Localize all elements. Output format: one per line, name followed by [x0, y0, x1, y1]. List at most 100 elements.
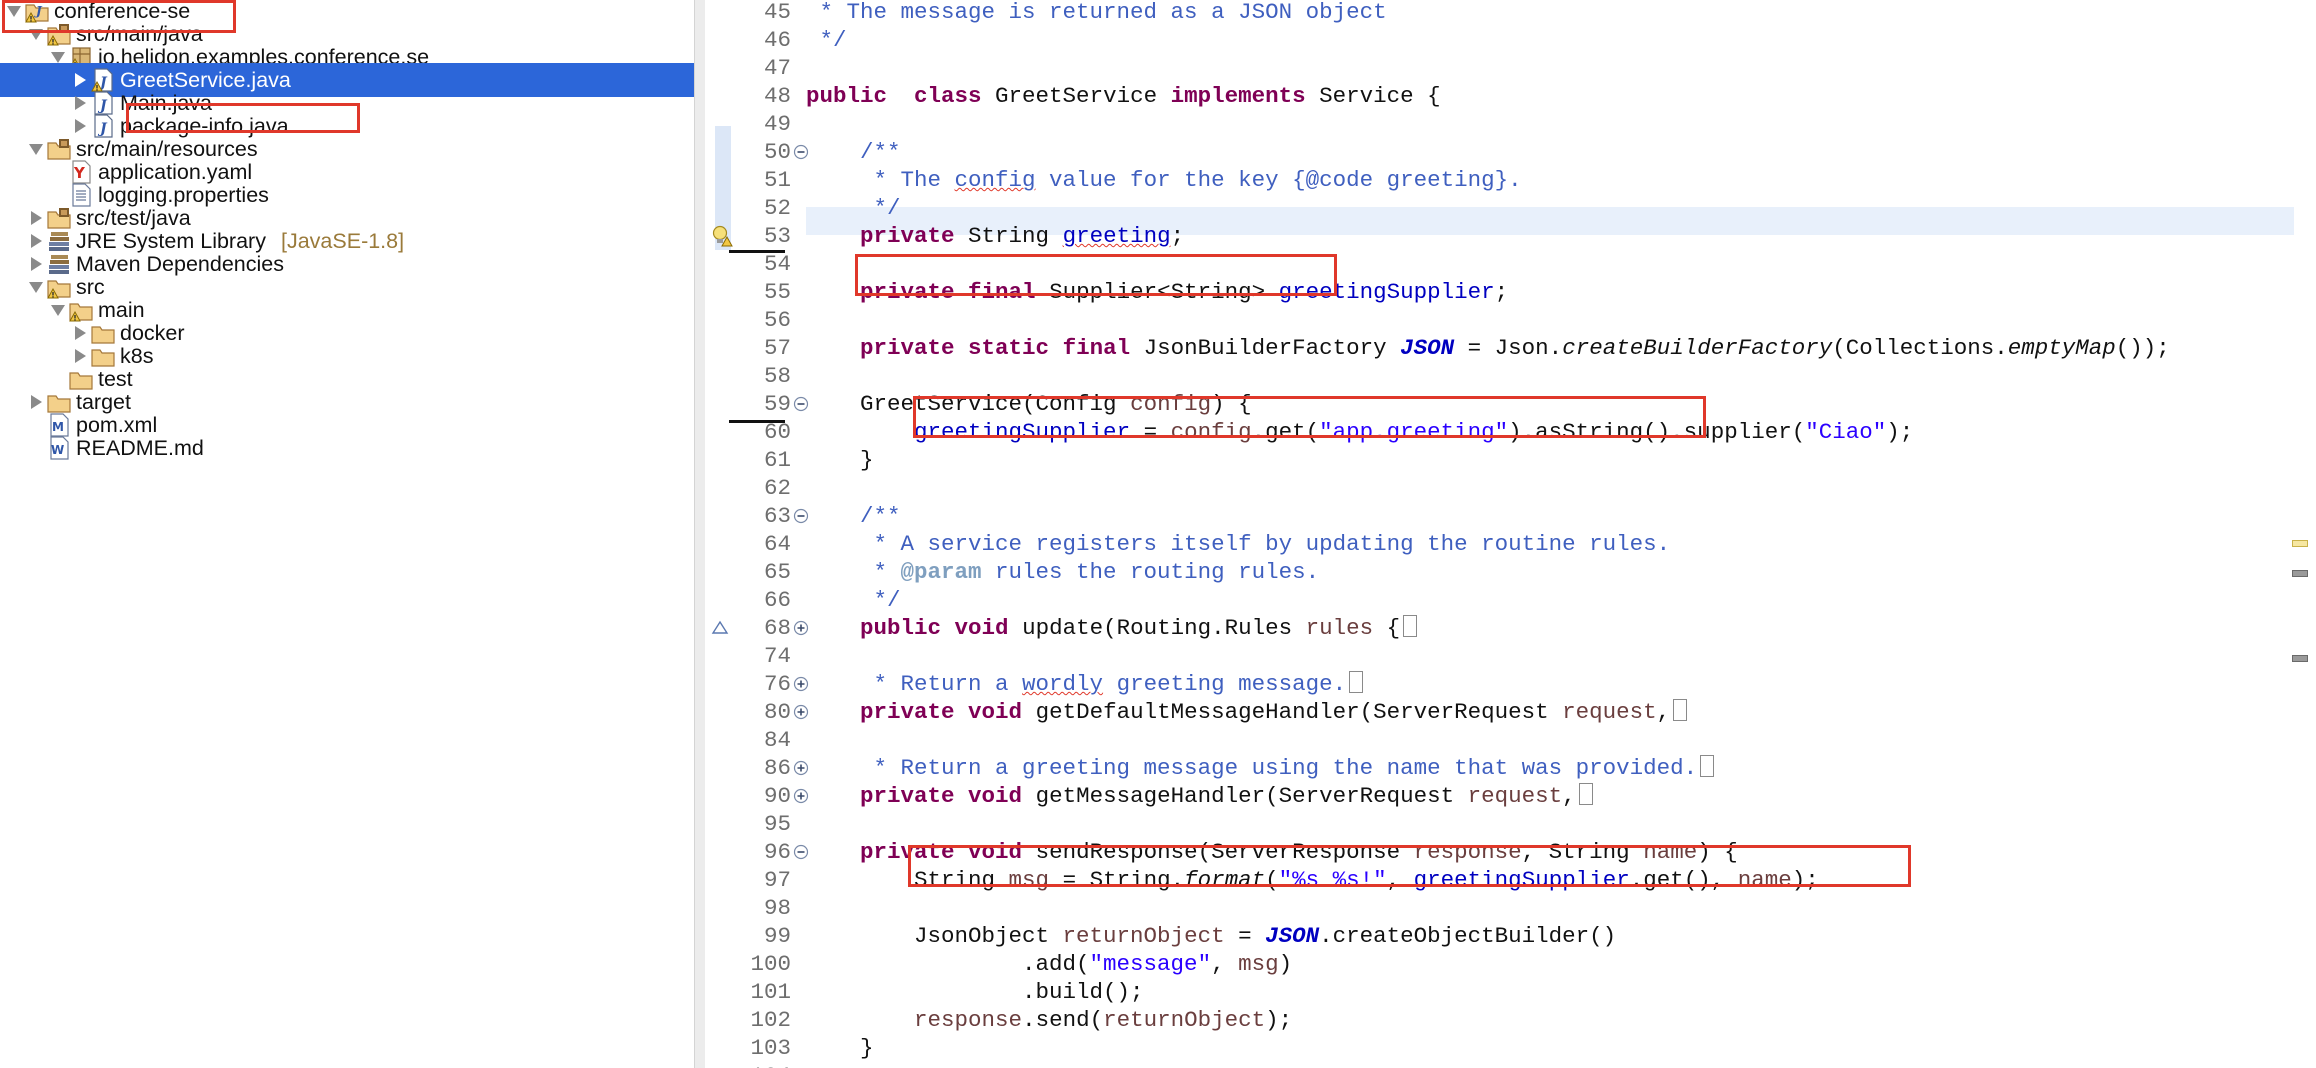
- code-token: private: [860, 335, 955, 361]
- override-marker-icon[interactable]: [711, 620, 729, 641]
- code-line[interactable]: */: [806, 586, 901, 614]
- code-line[interactable]: */: [806, 194, 901, 222]
- code-token: greetingSupplier: [1413, 867, 1630, 893]
- code-line[interactable]: /**: [806, 138, 901, 166]
- code-line[interactable]: */: [806, 26, 847, 54]
- tree-item[interactable]: W README.md: [0, 431, 694, 465]
- code-token: "message": [1089, 951, 1212, 977]
- code-token: JSON: [1400, 335, 1455, 361]
- code-token: Service {: [1305, 83, 1441, 109]
- code-line[interactable]: * A service registers itself by updating…: [806, 530, 1671, 558]
- code-token: =: [1130, 419, 1171, 445]
- code-token: getDefaultMessageHandler(ServerRequest: [1022, 699, 1563, 725]
- code-line[interactable]: /**: [806, 502, 901, 530]
- line-number: 102: [750, 1007, 791, 1033]
- java-editor[interactable]: 45 * The message is returned as a JSON o…: [705, 0, 2316, 1068]
- line-number: 57: [763, 335, 791, 361]
- folded-code-indicator[interactable]: [1349, 671, 1364, 694]
- code-token: request: [1562, 699, 1657, 725]
- code-token: JSON: [1265, 923, 1320, 949]
- code-line[interactable]: .add("message", msg): [806, 950, 1292, 978]
- code-token: name: [1643, 839, 1698, 865]
- code-line[interactable]: * The message is returned as a JSON obje…: [806, 0, 1387, 26]
- code-token: format: [1184, 867, 1266, 893]
- code-token: final: [968, 279, 1036, 305]
- svg-text:W: W: [51, 443, 64, 457]
- code-token: = Json.: [1454, 335, 1563, 361]
- code-token: "app.greeting": [1319, 419, 1509, 445]
- warning-lightbulb-icon[interactable]: [710, 224, 734, 253]
- code-token: wordly: [1022, 671, 1104, 697]
- code-token: ,: [1562, 783, 1576, 809]
- code-token: getMessageHandler(ServerRequest: [1022, 783, 1468, 809]
- line-number: 56: [763, 307, 791, 333]
- line-number: 65: [763, 559, 791, 585]
- code-line[interactable]: greetingSupplier = config.get("app.greet…: [806, 418, 1913, 446]
- code-token: private: [860, 839, 955, 865]
- code-line[interactable]: private static final JsonBuilderFactory …: [806, 334, 2170, 362]
- package-explorer-tree: Jconference-se src/main/java io.helidon.ex…: [0, 0, 694, 1068]
- code-token: ,: [1656, 699, 1671, 725]
- line-number: 68: [763, 615, 791, 641]
- code-token: "%s %s!": [1278, 867, 1387, 893]
- code-line[interactable]: JsonObject returnObject = JSON.createObj…: [806, 922, 1616, 950]
- overview-ruler-mark[interactable]: [2292, 655, 2308, 662]
- code-token: name: [1737, 867, 1792, 893]
- overview-ruler-warning-mark[interactable]: [2292, 540, 2308, 547]
- folded-code-indicator[interactable]: [1700, 755, 1715, 778]
- code-token: rules the routing rules.: [981, 559, 1320, 585]
- code-token: ): [1278, 951, 1293, 977]
- code-line[interactable]: private final Supplier<String> greetingS…: [806, 278, 1508, 306]
- folded-code-indicator[interactable]: [1673, 699, 1688, 722]
- line-number: 62: [763, 475, 791, 501]
- code-line[interactable]: * Return a greeting message using the na…: [806, 754, 1715, 782]
- code-token: greetingSupplier: [914, 419, 1131, 445]
- code-token: , String: [1521, 839, 1644, 865]
- code-token: );: [1886, 419, 1914, 445]
- code-token: void: [954, 615, 1009, 641]
- code-line[interactable]: * The config value for the key {@code gr…: [806, 166, 1522, 194]
- line-number: 53: [763, 223, 791, 249]
- folded-code-indicator[interactable]: [1403, 615, 1418, 638]
- code-line[interactable]: }: [806, 446, 874, 474]
- code-line[interactable]: * @param rules the routing rules.: [806, 558, 1320, 586]
- code-line[interactable]: public class GreetService implements Ser…: [806, 82, 1441, 110]
- code-token: sendResponse(ServerResponse: [1022, 839, 1414, 865]
- code-line[interactable]: .build();: [806, 978, 1144, 1006]
- code-token: Supplier<String>: [1035, 279, 1279, 305]
- code-token: ;: [1170, 223, 1185, 249]
- line-number: 55: [763, 279, 791, 305]
- code-token: ,: [1211, 951, 1239, 977]
- folded-code-indicator[interactable]: [1578, 783, 1593, 806]
- code-line[interactable]: * Return a wordly greeting message.: [806, 670, 1364, 698]
- code-token: public: [860, 615, 942, 641]
- code-line[interactable]: String msg = String.format("%s %s!", gre…: [806, 866, 1819, 894]
- line-number: 100: [750, 951, 791, 977]
- code-line[interactable]: public void update(Routing.Rules rules {: [806, 614, 1418, 642]
- code-line[interactable]: private void getMessageHandler(ServerReq…: [806, 782, 1593, 810]
- code-line[interactable]: private String greeting;: [806, 222, 1184, 250]
- code-token: JsonBuilderFactory: [1130, 335, 1401, 361]
- code-line[interactable]: response.send(returnObject);: [806, 1006, 1292, 1034]
- code-line[interactable]: GreetService(Config config) {: [806, 390, 1252, 418]
- line-number: 46: [763, 27, 791, 53]
- code-token: *: [806, 559, 901, 585]
- code-token: config: [954, 167, 1036, 193]
- code-line[interactable]: private void getDefaultMessageHandler(Se…: [806, 698, 1688, 726]
- line-number: 61: [763, 447, 791, 473]
- line-number: 63: [763, 503, 791, 529]
- code-token: {: [1373, 615, 1401, 641]
- code-token: */: [806, 27, 847, 53]
- code-token: .add(: [806, 951, 1090, 977]
- code-token: GreetService(Config: [806, 391, 1131, 417]
- code-line[interactable]: }: [806, 1034, 874, 1062]
- code-line[interactable]: private void sendResponse(ServerResponse…: [806, 838, 1738, 866]
- overview-ruler-mark[interactable]: [2292, 570, 2308, 577]
